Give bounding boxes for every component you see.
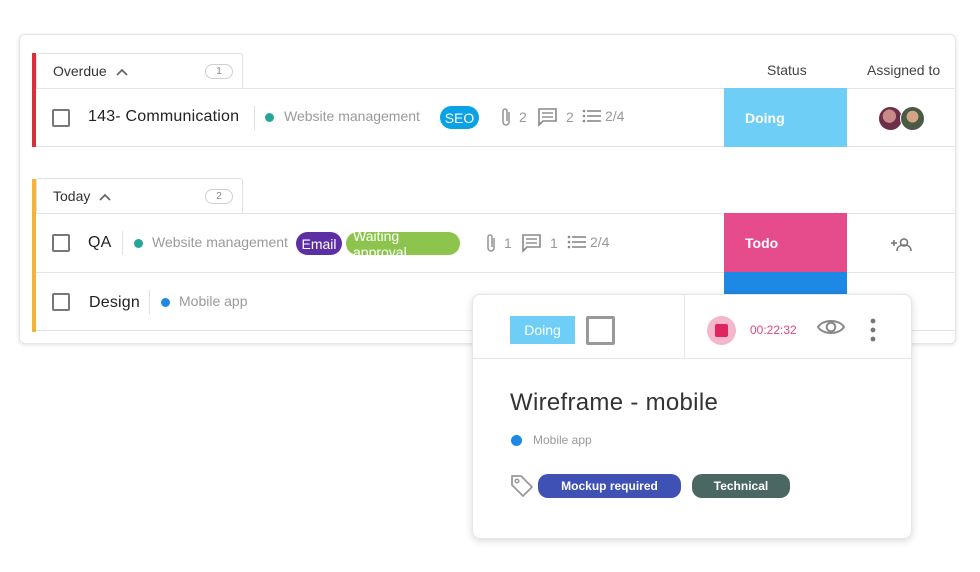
status-cell[interactable]: Todo: [724, 213, 847, 272]
attachments-count[interactable]: 2: [499, 106, 527, 128]
timer-display: 00:22:32: [750, 323, 797, 337]
project-dot: [511, 435, 522, 446]
checklist-progress[interactable]: 2/4: [567, 234, 609, 250]
assignees[interactable]: [847, 89, 956, 147]
project-dot: [161, 298, 170, 307]
group-label: Overdue: [53, 63, 107, 79]
tag-icon: [511, 475, 533, 497]
divider: [149, 290, 150, 314]
tag-waiting-approval[interactable]: Waiting approval: [346, 228, 460, 260]
tag-technical[interactable]: Technical: [692, 474, 790, 498]
chevron-up-icon[interactable]: [98, 192, 112, 202]
task-checkbox[interactable]: [52, 292, 70, 311]
task-row[interactable]: 143- Communication Website management SE…: [36, 88, 956, 147]
group-header-today[interactable]: Today 2: [36, 178, 243, 213]
add-assignee[interactable]: [847, 214, 956, 272]
attachments-count[interactable]: 1: [484, 232, 512, 254]
avatar[interactable]: [900, 105, 925, 131]
group-header-overdue[interactable]: Overdue 1: [36, 53, 243, 88]
comment-icon: [538, 108, 557, 127]
checklist-value: 2/4: [590, 234, 610, 250]
eye-icon[interactable]: [816, 317, 846, 337]
task-name[interactable]: 143- Communication: [88, 108, 239, 126]
more-options-icon[interactable]: [869, 317, 877, 343]
project-name[interactable]: Website management: [284, 108, 420, 124]
status-cell[interactable]: Doing: [724, 88, 847, 147]
paperclip-icon: [487, 234, 495, 252]
complete-checkbox[interactable]: [586, 316, 615, 345]
task-checkbox[interactable]: [52, 108, 70, 127]
group-count-badge: 1: [205, 64, 233, 79]
checklist-icon: [582, 109, 601, 123]
comments-value: 2: [566, 109, 574, 125]
checklist-value: 2/4: [605, 108, 625, 124]
project-dot: [265, 113, 274, 122]
tag-email[interactable]: Email: [296, 232, 342, 255]
tag-seo[interactable]: SEO: [440, 106, 479, 129]
checklist-progress[interactable]: 2/4: [582, 108, 624, 124]
popup-status-badge[interactable]: Doing: [510, 316, 575, 344]
status-column-header: Status: [767, 62, 807, 78]
tag-mockup-required[interactable]: Mockup required: [538, 474, 681, 498]
add-person-icon[interactable]: [889, 233, 915, 253]
stop-icon: [715, 324, 728, 337]
task-row[interactable]: QA Website management Email Waiting appr…: [36, 213, 956, 272]
task-name[interactable]: Design: [89, 294, 140, 312]
comments-count[interactable]: 2: [537, 107, 574, 127]
comment-icon: [522, 234, 541, 253]
assigned-column-header: Assigned to: [867, 62, 941, 78]
divider: [254, 106, 255, 130]
chevron-up-icon[interactable]: [115, 67, 129, 77]
paperclip-icon: [502, 108, 510, 126]
divider: [684, 295, 685, 359]
task-name[interactable]: QA: [88, 234, 112, 252]
group-count-badge: 2: [205, 189, 233, 204]
group-label: Today: [53, 188, 91, 204]
project-dot: [134, 239, 143, 248]
popup-task-title[interactable]: Wireframe - mobile: [510, 389, 718, 417]
attachments-value: 2: [519, 109, 527, 125]
task-checkbox[interactable]: [52, 234, 70, 252]
project-name[interactable]: Mobile app: [179, 293, 248, 309]
comments-count[interactable]: 1: [521, 233, 558, 253]
task-detail-popup: Doing 00:22:32 Wireframe - mobile Mobile…: [472, 294, 912, 539]
stop-timer-button[interactable]: [707, 316, 736, 345]
checklist-icon: [567, 235, 586, 249]
comments-value: 1: [550, 235, 558, 251]
popup-project-name[interactable]: Mobile app: [533, 433, 592, 447]
project-name[interactable]: Website management: [152, 234, 288, 250]
attachments-value: 1: [504, 235, 512, 251]
divider: [122, 231, 123, 255]
